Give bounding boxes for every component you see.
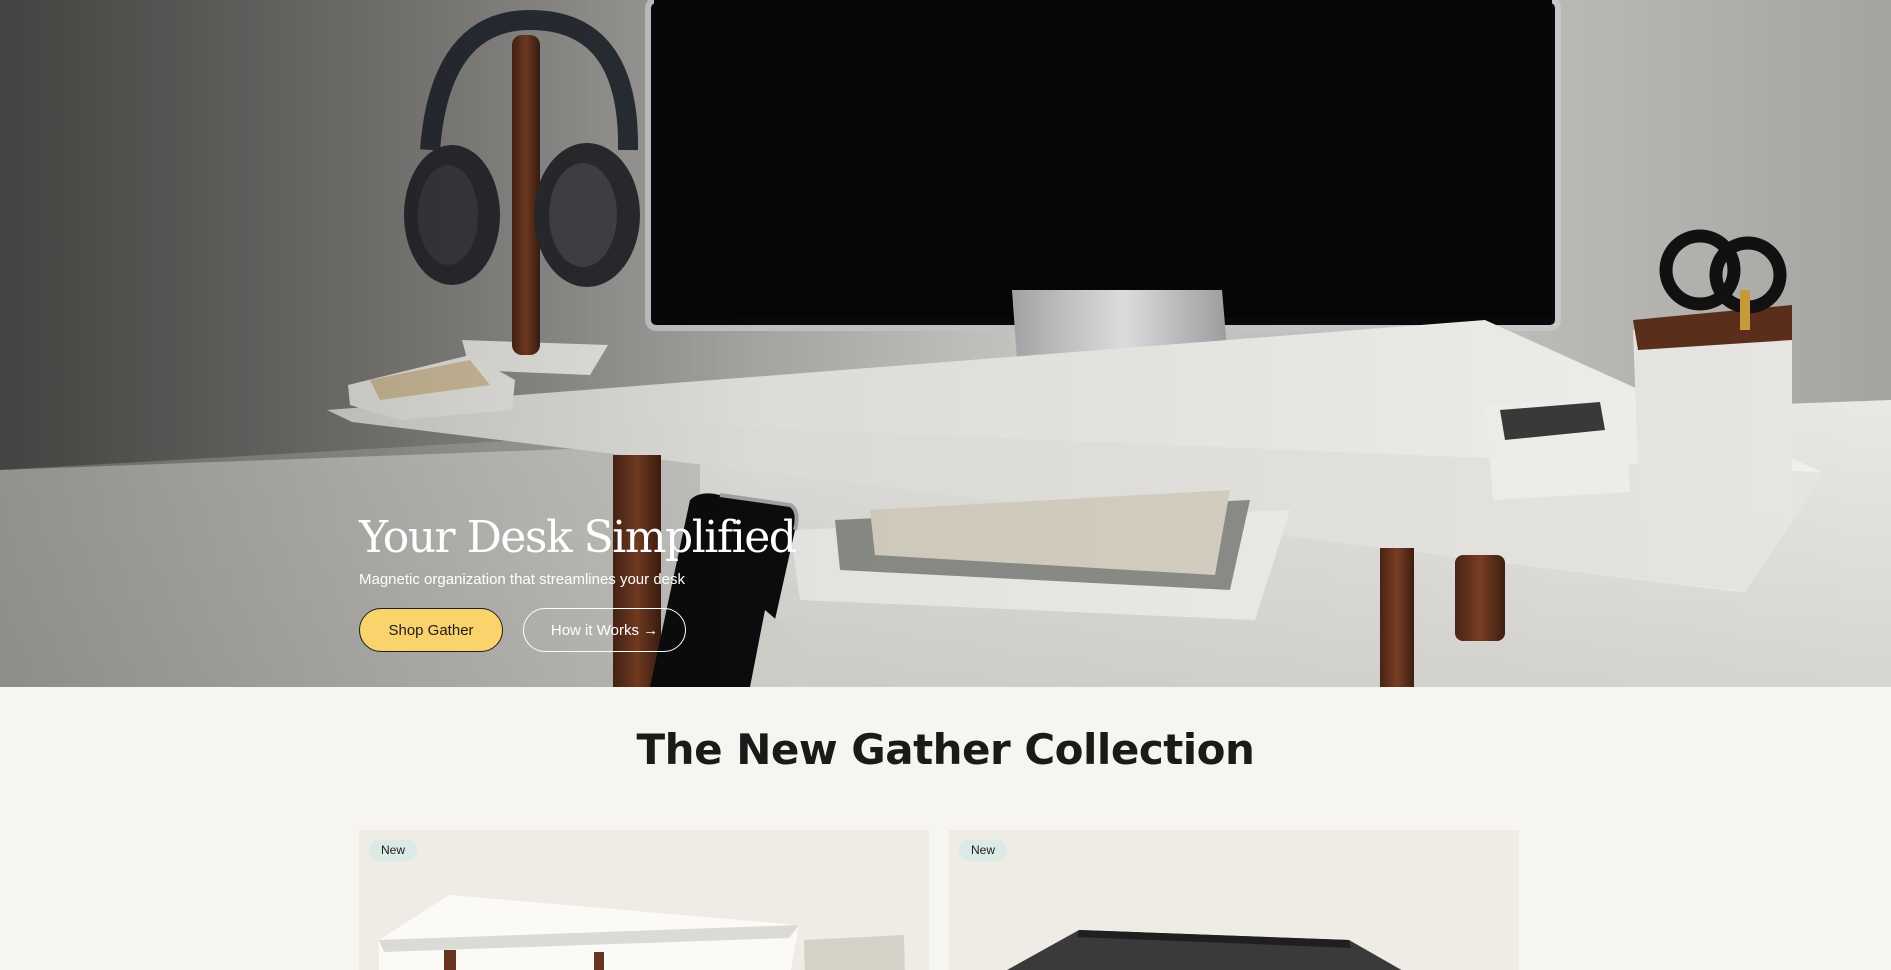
new-badge: New [369, 840, 418, 861]
product-image [359, 830, 929, 970]
page: Your Desk Simplified Magnetic organizati… [0, 0, 1891, 970]
hero-title: Your Desk Simplified [359, 512, 797, 563]
product-image [949, 830, 1519, 970]
hero-copy: Your Desk Simplified Magnetic organizati… [359, 512, 879, 652]
collection-title: The New Gather Collection [636, 725, 1255, 774]
product-card[interactable]: New [359, 830, 929, 970]
hero-buttons: Shop Gather How it Works → [359, 608, 879, 652]
new-badge: New [959, 840, 1008, 861]
hero-image [0, 0, 1891, 687]
how-it-works-button[interactable]: How it Works → [523, 608, 686, 652]
hero-subtitle: Magnetic organization that streamlines y… [359, 571, 686, 588]
product-card[interactable]: New [949, 830, 1519, 970]
shop-gather-button[interactable]: Shop Gather [359, 608, 503, 652]
collection-section: The New Gather Collection New New [0, 687, 1891, 970]
hero-banner: Your Desk Simplified Magnetic organizati… [0, 0, 1891, 687]
